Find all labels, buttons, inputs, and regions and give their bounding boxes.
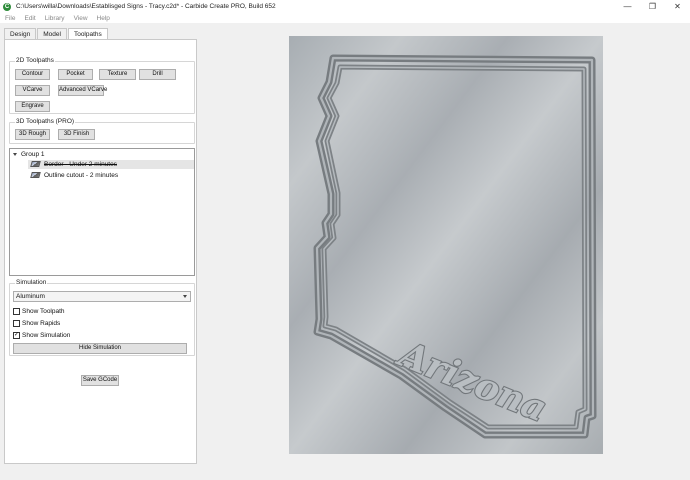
group-label: Group 1 (21, 151, 45, 158)
menu-library[interactable]: Library (45, 15, 65, 22)
material-value: Aluminum (16, 293, 45, 300)
menu-bar: File Edit Library View Help (0, 13, 690, 23)
show-rapids-row[interactable]: Show Rapids (13, 319, 60, 328)
toolpaths-3d-group: 3D Toolpaths (PRO) 3D Rough 3D Finish (9, 118, 195, 144)
toolpath-label: Border - Under 2 minutes (44, 161, 117, 168)
material-select[interactable]: Aluminum (13, 291, 191, 302)
close-icon[interactable]: ✕ (665, 0, 690, 13)
tree-item-outline[interactable]: Outline cutout - 2 minutes (28, 171, 194, 180)
show-toolpath-row[interactable]: Show Toolpath (13, 307, 65, 316)
tab-model[interactable]: Model (37, 28, 67, 39)
show-rapids-label: Show Rapids (22, 320, 61, 327)
simulation-title: Simulation (15, 279, 48, 286)
toolpaths-2d-group: 2D Toolpaths Contour Pocket Texture Dril… (9, 57, 195, 114)
pocket-button[interactable]: Pocket (58, 69, 93, 80)
maximize-icon[interactable]: ❐ (640, 0, 665, 13)
advanced-vcarve-button[interactable]: Advanced VCarve (58, 85, 107, 96)
menu-help[interactable]: Help (97, 15, 110, 22)
toolpaths-2d-title: 2D Toolpaths (15, 57, 55, 64)
menu-edit[interactable]: Edit (24, 15, 35, 22)
main-tabs: Design Model Toolpaths (4, 28, 109, 40)
window-controls: — ❐ ✕ (615, 0, 690, 13)
texture-button[interactable]: Texture (99, 69, 136, 80)
title-bar: C C:\Users\willa\Downloads\Establisged S… (0, 0, 690, 13)
tree-item-border[interactable]: Border - Under 2 minutes (28, 160, 194, 169)
3d-finish-button[interactable]: 3D Finish (58, 129, 95, 140)
show-rapids-checkbox[interactable] (13, 320, 20, 327)
hide-simulation-button[interactable]: Hide Simulation (13, 343, 187, 354)
show-toolpath-checkbox[interactable] (13, 308, 20, 315)
save-gcode-button[interactable]: Save GCode (81, 375, 119, 386)
show-simulation-label: Show Simulation (22, 332, 71, 339)
menu-view[interactable]: View (74, 15, 88, 22)
minimize-icon[interactable]: — (615, 0, 640, 13)
toolpath-icon (30, 172, 41, 179)
chevron-down-icon (183, 295, 187, 298)
expand-arrow-icon[interactable] (13, 153, 17, 156)
toolpaths-3d-title: 3D Toolpaths (PRO) (15, 118, 76, 125)
3d-rough-button[interactable]: 3D Rough (15, 129, 50, 140)
stock-preview: Arizona (289, 36, 603, 454)
vcarve-button[interactable]: VCarve (15, 85, 50, 96)
window-title: C:\Users\willa\Downloads\Establisged Sig… (16, 3, 276, 10)
toolpath-icon (30, 161, 41, 168)
toolpaths-panel: 2D Toolpaths Contour Pocket Texture Dril… (4, 39, 197, 464)
contour-button[interactable]: Contour (15, 69, 50, 80)
drill-button[interactable]: Drill (139, 69, 176, 80)
show-simulation-row[interactable]: ✓ Show Simulation (13, 331, 70, 340)
carbide-app-icon: C (3, 2, 11, 11)
toolpath-tree[interactable]: Group 1 Border - Under 2 minutes Outline… (9, 148, 195, 276)
menu-file[interactable]: File (5, 15, 15, 22)
show-toolpath-label: Show Toolpath (22, 308, 65, 315)
tab-design[interactable]: Design (4, 28, 37, 39)
engrave-button[interactable]: Engrave (15, 101, 50, 112)
tree-group-row[interactable]: Group 1 (10, 150, 194, 159)
show-simulation-checkbox[interactable]: ✓ (13, 332, 20, 339)
toolpath-label: Outline cutout - 2 minutes (44, 172, 119, 179)
simulation-canvas[interactable]: Arizona (289, 36, 603, 454)
